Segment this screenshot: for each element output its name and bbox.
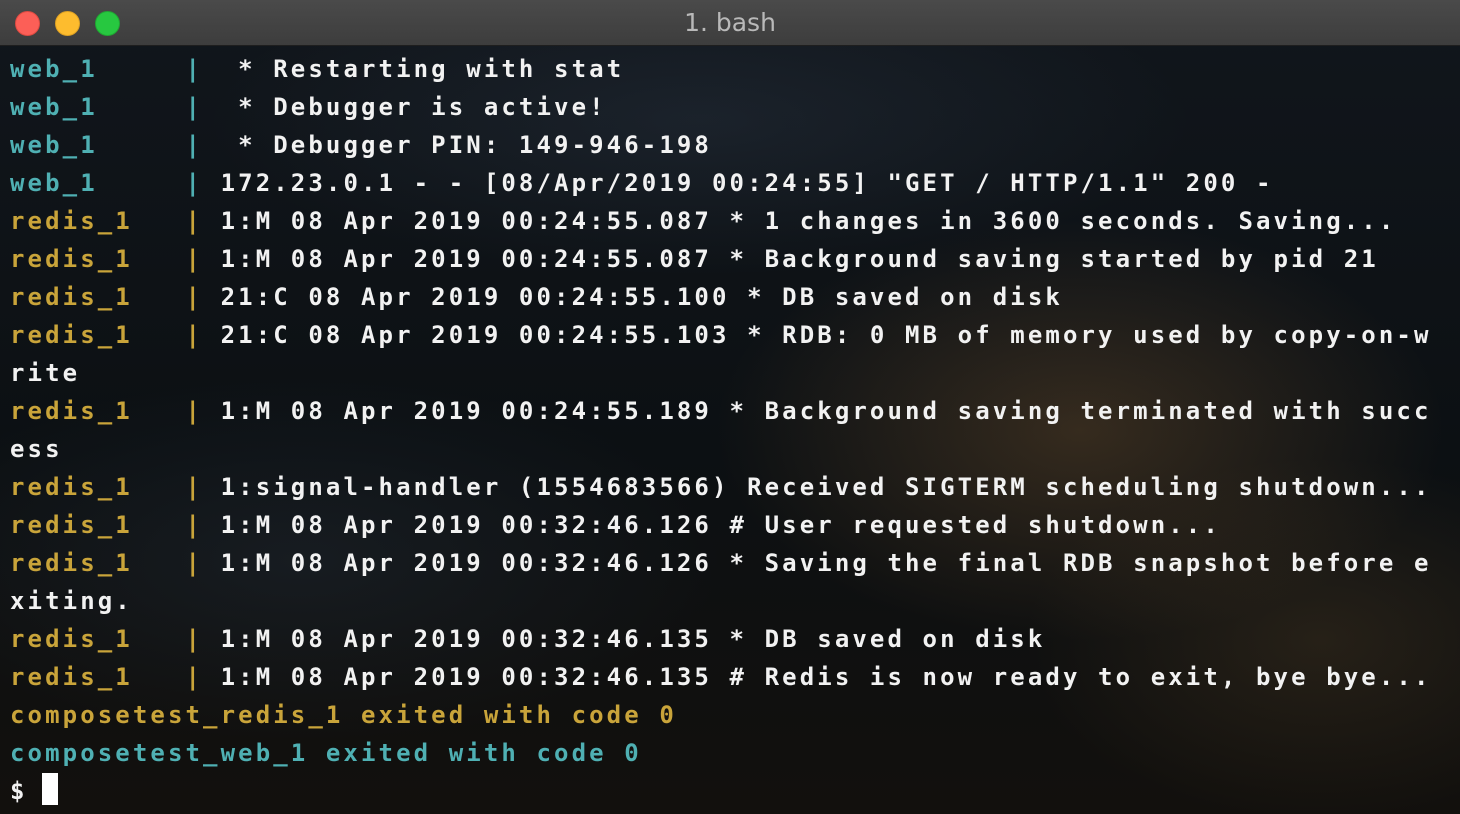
exit-message: composetest_web_1 exited with code 0 <box>10 739 642 767</box>
log-line: web_1 | * Restarting with stat <box>10 50 1455 88</box>
service-prefix: redis_1 | <box>10 511 221 539</box>
log-line: redis_1 | 21:C 08 Apr 2019 00:24:55.100 … <box>10 278 1455 316</box>
log-text: 172.23.0.1 - - [08/Apr/2019 00:24:55] "G… <box>220 169 1274 197</box>
service-prefix: web_1 | <box>10 55 221 83</box>
service-prefix: web_1 | <box>10 93 221 121</box>
service-prefix: redis_1 | <box>10 283 221 311</box>
title-bar[interactable]: 1. bash <box>0 0 1460 46</box>
service-prefix: web_1 | <box>10 169 221 197</box>
log-line: web_1 | 172.23.0.1 - - [08/Apr/2019 00:2… <box>10 164 1455 202</box>
log-line: redis_1 | 21:C 08 Apr 2019 00:24:55.103 … <box>10 316 1455 354</box>
log-line: web_1 | * Debugger PIN: 149-946-198 <box>10 126 1455 164</box>
log-text: * Restarting with stat <box>220 55 625 83</box>
log-text: rite <box>10 359 81 387</box>
window-title: 1. bash <box>684 8 776 37</box>
log-text: 1:M 08 Apr 2019 00:32:46.126 # User requ… <box>220 511 1221 539</box>
service-prefix: redis_1 | <box>10 245 221 273</box>
terminal-output[interactable]: web_1 | * Restarting with stat web_1 | *… <box>10 50 1455 810</box>
log-text: 21:C 08 Apr 2019 00:24:55.103 * RDB: 0 M… <box>220 321 1432 349</box>
log-line: redis_1 | 1:M 08 Apr 2019 00:24:55.087 *… <box>10 240 1455 278</box>
log-text: * Debugger is active! <box>220 93 607 121</box>
log-line: redis_1 | 1:M 08 Apr 2019 00:24:55.189 *… <box>10 392 1455 430</box>
log-line-wrap: ess <box>10 430 1455 468</box>
log-text: xiting. <box>10 587 133 615</box>
exit-message: composetest_redis_1 exited with code 0 <box>10 701 677 729</box>
log-line: web_1 | * Debugger is active! <box>10 88 1455 126</box>
service-prefix: redis_1 | <box>10 397 221 425</box>
log-text: 1:M 08 Apr 2019 00:32:46.135 * DB saved … <box>220 625 1046 653</box>
log-line: redis_1 | 1:M 08 Apr 2019 00:24:55.087 *… <box>10 202 1455 240</box>
service-prefix: redis_1 | <box>10 663 221 691</box>
service-prefix: redis_1 | <box>10 207 221 235</box>
log-text: * Debugger PIN: 149-946-198 <box>220 131 712 159</box>
service-prefix: web_1 | <box>10 131 221 159</box>
log-line-wrap: xiting. <box>10 582 1455 620</box>
log-text: 1:M 08 Apr 2019 00:32:46.135 # Redis is … <box>220 663 1432 691</box>
log-line: redis_1 | 1:M 08 Apr 2019 00:32:46.126 *… <box>10 544 1455 582</box>
service-prefix: redis_1 | <box>10 473 221 501</box>
log-text: 21:C 08 Apr 2019 00:24:55.100 * DB saved… <box>220 283 1063 311</box>
log-text: 1:M 08 Apr 2019 00:24:55.087 * Backgroun… <box>220 245 1379 273</box>
log-line: redis_1 | 1:M 08 Apr 2019 00:32:46.126 #… <box>10 506 1455 544</box>
service-prefix: redis_1 | <box>10 625 221 653</box>
log-text: ess <box>10 435 63 463</box>
log-text: 1:M 08 Apr 2019 00:24:55.087 * 1 changes… <box>220 207 1397 235</box>
prompt-line[interactable]: $ <box>10 772 1455 810</box>
service-prefix: redis_1 | <box>10 321 221 349</box>
terminal-window: 1. bash web_1 | * Restarting with stat w… <box>0 0 1460 814</box>
log-text: 1:signal-handler (1554683566) Received S… <box>220 473 1432 501</box>
log-line: redis_1 | 1:signal-handler (1554683566) … <box>10 468 1455 506</box>
log-line-wrap: rite <box>10 354 1455 392</box>
log-line: redis_1 | 1:M 08 Apr 2019 00:32:46.135 *… <box>10 620 1455 658</box>
prompt-symbol: $ <box>10 777 28 805</box>
log-text: 1:M 08 Apr 2019 00:32:46.126 * Saving th… <box>220 549 1432 577</box>
text-cursor[interactable] <box>41 773 58 805</box>
log-line: redis_1 | 1:M 08 Apr 2019 00:32:46.135 #… <box>10 658 1455 696</box>
log-text: 1:M 08 Apr 2019 00:24:55.189 * Backgroun… <box>220 397 1432 425</box>
service-prefix: redis_1 | <box>10 549 221 577</box>
